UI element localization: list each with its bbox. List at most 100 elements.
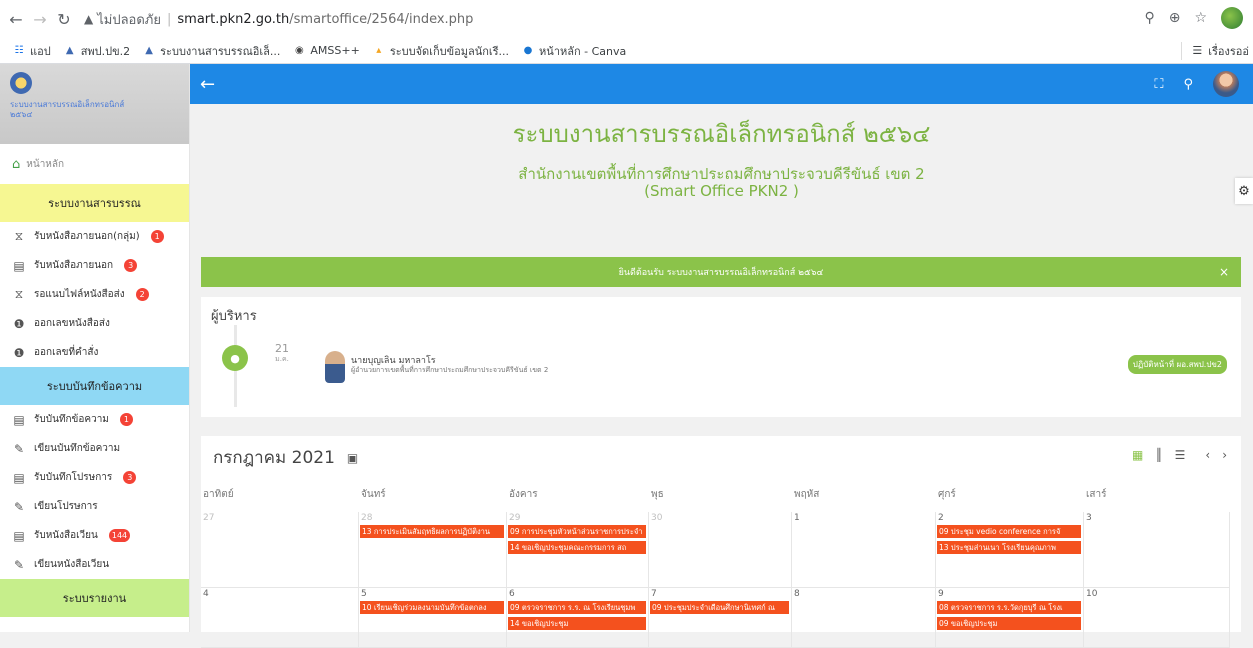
zoom-icon[interactable]: ⊕ xyxy=(1169,10,1181,26)
brand-block[interactable]: ระบบงานสารบรรณอิเล็กทรอนิกส์ ๒๕๖๔ xyxy=(0,64,189,144)
timeline-month: ม.ค. xyxy=(275,355,289,363)
sidebar-item[interactable]: ▤ รับบันทึกข้อความ 1 xyxy=(0,405,189,434)
executive-heading: ผู้บริหาร xyxy=(211,309,257,324)
calendar-day-cell[interactable]: 10 xyxy=(1084,588,1230,648)
fullscreen-icon[interactable]: ⛶ xyxy=(1154,77,1163,92)
sidebar-item[interactable]: ❶ ออกเลขหนังสือส่ง xyxy=(0,309,189,338)
month-view-icon[interactable]: ▦ xyxy=(1132,448,1143,462)
forward-arrow-icon[interactable]: → xyxy=(28,7,52,31)
calendar-day-cell[interactable]: 8 xyxy=(792,588,936,648)
sidebar-item[interactable]: ❶ ออกเลขที่คำสั่ง xyxy=(0,338,189,367)
avatar[interactable] xyxy=(1213,71,1239,97)
sidebar-item-label: รับหนังสือภายนอก(กลุ่ม) xyxy=(34,231,140,242)
bookmark-item[interactable]: ▴ ระบบจัดเก็บข้อมูลนักเรี... xyxy=(372,42,509,60)
calendar-day-header: อังคาร xyxy=(509,489,538,500)
document-list-icon: ▤ xyxy=(13,412,25,427)
calendar-day-cell[interactable]: 29 09 การประชุมหัวหน้าส่วนราชการประจำ 14 ข… xyxy=(507,512,649,588)
sidebar-section-memo[interactable]: ระบบบันทึกข้อความ xyxy=(0,367,189,405)
calendar-date-number: 3 xyxy=(1086,513,1092,523)
calendar-picker-icon[interactable]: ▣ xyxy=(347,451,358,465)
sidebar-item-home[interactable]: ⌂ หน้าหลัก xyxy=(0,144,189,184)
sidebar-item[interactable]: ▤ รับหนังสือเวียน 144 xyxy=(0,521,189,550)
calendar-day-cell[interactable]: 7 09 ประชุมประจำเดือนศึกษานิเทศก์ ณ xyxy=(649,588,792,648)
calendar-event[interactable]: 09 ประชุม vedio conference การจั xyxy=(937,525,1081,538)
calendar-day-cell[interactable]: 30 xyxy=(649,512,792,588)
calendar-event[interactable]: 13 การประเมินสัมฤทธิผลการปฏิบัติงาน xyxy=(360,525,504,538)
sidebar-section-report[interactable]: ระบบรายงาน xyxy=(0,579,189,617)
sidebar-item[interactable]: ✎ เขียนหนังสือเวียน xyxy=(0,550,189,579)
bookmark-item[interactable]: ◉ AMSS++ xyxy=(292,44,360,58)
executive-photo xyxy=(325,351,345,383)
key-icon[interactable]: ⚲ xyxy=(1144,10,1154,26)
calendar-event[interactable]: 09 ตรวจราชการ ร.ร. ณ โรงเรียนชุมพ xyxy=(508,601,646,614)
sidebar-item-label: รอแนบไฟล์หนังสือส่ง xyxy=(34,289,125,300)
chevron-right-icon[interactable]: › xyxy=(1222,448,1227,462)
calendar-day-cell[interactable]: 4 xyxy=(201,588,359,648)
sidebar-item[interactable]: ✎ เขียนบันทึกข้อความ xyxy=(0,434,189,463)
calendar-day-cell[interactable]: 28 13 การประเมินสัมฤทธิผลการปฏิบัติงาน xyxy=(359,512,507,588)
reading-list-button[interactable]: ☰ เรื่องรออ่ xyxy=(1181,41,1249,60)
bookmark-label: ระบบงานสารบรรณอิเล็... xyxy=(160,44,281,58)
calendar-day-cell[interactable]: 6 09 ตรวจราชการ ร.ร. ณ โรงเรียนชุมพ 14 ขอเ… xyxy=(507,588,649,648)
chevron-left-icon[interactable]: ‹ xyxy=(1205,448,1210,462)
week-view-icon[interactable]: ║ xyxy=(1155,448,1162,462)
calendar-day-cell[interactable]: 9 08 ตรวจราชการ ร.ร.วัดกุยบุรี ณ โรงเ 09 ข… xyxy=(936,588,1084,648)
sidebar-item[interactable]: ⧖ รับหนังสือภายนอก(กลุ่ม) 1 xyxy=(0,222,189,251)
calendar-day-header: พฤหัส xyxy=(794,489,820,500)
bookmark-label: สพป.ปข.2 xyxy=(80,44,131,58)
sidebar-item[interactable]: ▤ รับหนังสือภายนอก 3 xyxy=(0,251,189,280)
calendar-date-number: 5 xyxy=(361,589,367,599)
calendar-date-number: 8 xyxy=(794,589,800,599)
number-one-icon: ❶ xyxy=(13,316,25,331)
search-icon[interactable]: ⚲ xyxy=(1183,77,1193,92)
browser-address-bar: ← → ↻ ▲ ไม่ปลอดภัย | smart.pkn2.go.th /s… xyxy=(0,0,1253,38)
bookmarks-bar: ☷ แอป ▲ สพป.ปข.2 ▲ ระบบงานสารบรรณอิเล็... ◉ AMS… xyxy=(0,38,1253,64)
bookmark-item[interactable]: ☷ แอป xyxy=(12,42,51,60)
back-arrow-icon[interactable]: ← xyxy=(4,7,28,31)
url-field[interactable]: ▲ ไม่ปลอดภัย | smart.pkn2.go.th /smartof… xyxy=(84,9,473,30)
calendar-event[interactable]: 10 เรียนเชิญร่วมลงนามบันทึกข้อตกลง xyxy=(360,601,504,614)
calendar-day-cell[interactable]: 27 xyxy=(201,512,359,588)
reading-list-label: เรื่องรออ่ xyxy=(1208,44,1249,58)
sidebar-item-label: รับบันทึกข้อความ xyxy=(34,414,109,425)
day-view-icon[interactable]: ☰ xyxy=(1175,448,1186,462)
extension-logo-icon[interactable] xyxy=(1221,7,1243,29)
calendar-view-switcher: ▦ ║ ☰ ‹ › xyxy=(1132,448,1227,462)
calendar-event[interactable]: 14 ขอเชิญประชุมคณะกรรมการ สถ xyxy=(508,541,646,554)
calendar-event[interactable]: 08 ตรวจราชการ ร.ร.วัดกุยบุรี ณ โรงเ xyxy=(937,601,1081,614)
calendar-event[interactable]: 09 ประชุมประจำเดือนศึกษานิเทศก์ ณ xyxy=(650,601,789,614)
close-icon[interactable]: × xyxy=(1219,265,1229,279)
calendar-day-cell[interactable]: 2 09 ประชุม vedio conference การจั 13 ประช… xyxy=(936,512,1084,588)
sidebar-item[interactable]: ⧖ รอแนบไฟล์หนังสือส่ง 2 xyxy=(0,280,189,309)
star-icon[interactable]: ☆ xyxy=(1194,10,1207,26)
url-separator: | xyxy=(167,11,172,27)
calendar-event[interactable]: 13 ประชุมส่านเนา โรงเรียนคุณภาพ xyxy=(937,541,1081,554)
calendar-month-label: กรกฎาคม 2021 xyxy=(213,448,335,468)
calendar-day-cell[interactable]: 5 10 เรียนเชิญร่วมลงนามบันทึกข้อตกลง xyxy=(359,588,507,648)
hourglass-icon: ⧖ xyxy=(14,229,24,243)
sidebar-item-label: เขียนบันทึกข้อความ xyxy=(34,443,121,454)
bookmark-label: AMSS++ xyxy=(310,44,360,57)
calendar-date-number: 4 xyxy=(203,589,209,599)
timeline-day: 21 xyxy=(275,342,289,355)
bookmark-item[interactable]: ● หน้าหลัก - Canva xyxy=(521,42,627,60)
timeline-date: 21 ม.ค. xyxy=(275,343,289,365)
calendar-day-cell[interactable]: 1 xyxy=(792,512,936,588)
back-arrow-icon[interactable]: ← xyxy=(200,74,215,95)
calendar-event[interactable]: 09 การประชุมหัวหน้าส่วนราชการประจำ xyxy=(508,525,646,538)
document-list-icon: ▤ xyxy=(13,258,25,273)
calendar-event[interactable]: 14 ขอเชิญประชุม xyxy=(508,617,646,630)
sidebar-section-correspondence[interactable]: ระบบงานสารบรรณ xyxy=(0,184,189,222)
reload-icon[interactable]: ↻ xyxy=(52,7,76,31)
calendar-date-number: 29 xyxy=(509,513,521,523)
bookmark-item[interactable]: ▲ สพป.ปข.2 xyxy=(63,42,130,60)
bookmark-label: ระบบจัดเก็บข้อมูลนักเรี... xyxy=(389,44,510,58)
gear-icon[interactable]: ⚙ xyxy=(1235,178,1253,204)
sidebar-item[interactable]: ▤ รับบันทึกโปรษการ 3 xyxy=(0,463,189,492)
calendar-day-cell[interactable]: 3 xyxy=(1084,512,1230,588)
bookmark-item[interactable]: ▲ ระบบงานสารบรรณอิเล็... xyxy=(142,42,280,60)
sidebar-item[interactable]: ✎ เขียนโปรษการ xyxy=(0,492,189,521)
calendar-event[interactable]: 09 ขอเชิญประชุม xyxy=(937,617,1081,630)
alert-text: ยินดีต้อนรับ ระบบงานสารบรรณอิเล็กทรอนิกส… xyxy=(618,268,824,278)
calendar-day-header: พุธ xyxy=(651,489,664,500)
